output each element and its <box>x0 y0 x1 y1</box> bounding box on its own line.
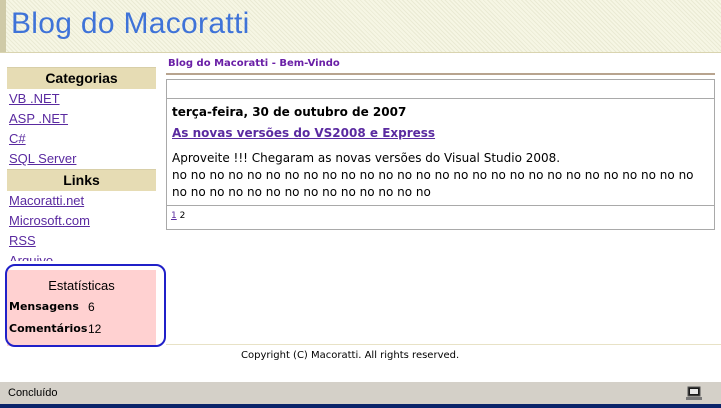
sidebar-link-arquivo[interactable]: Arquivo <box>9 253 53 261</box>
sidebar-item-macoratti: Macoratti.net <box>7 191 156 211</box>
computer-icon <box>686 386 702 400</box>
sidebar-item-arquivo: Arquivo <box>7 251 156 261</box>
sidebar-item-aspnet: ASP .NET <box>7 109 156 129</box>
post-body-line: Aproveite !!! Chegaram as novas versões … <box>172 151 561 165</box>
sidebar-item-sqlserver: SQL Server <box>7 149 156 169</box>
breadcrumb: Blog do Macoratti - Bem-Vindo <box>168 58 340 69</box>
pager-page-1[interactable]: 1 <box>171 211 177 221</box>
sidebar-item-csharp: C# <box>7 129 156 149</box>
sidebar-link-sqlserver[interactable]: SQL Server <box>9 151 76 166</box>
breadcrumb-divider <box>166 73 715 75</box>
stats-panel: Estatísticas Mensagens 6 Comentários 12 <box>7 270 156 346</box>
sidebar-link-csharp[interactable]: C# <box>9 131 26 146</box>
post-date: terça-feira, 30 de outubro de 2007 <box>172 105 407 119</box>
post-body-line: no no no no no no no no no no no no no n… <box>172 185 431 199</box>
categorias-heading: Categorias <box>7 67 156 89</box>
post-title-link[interactable]: As novas versões do VS2008 e Express <box>172 126 435 140</box>
pager-page-2[interactable]: 2 <box>180 211 186 221</box>
sidebar-link-macoratti[interactable]: Macoratti.net <box>9 193 84 208</box>
footer-divider <box>166 344 721 345</box>
sidebar-link-microsoft[interactable]: Microsoft.com <box>9 213 90 228</box>
links-heading: Links <box>7 169 156 191</box>
post-bottom-divider <box>167 205 714 206</box>
status-text: Concluído <box>8 387 58 399</box>
post-body-line: no no no no no no no no no no no no no n… <box>172 168 694 182</box>
sidebar-item-rss: RSS <box>7 231 156 251</box>
post-body: Aproveite !!! Chegaram as novas versões … <box>172 150 707 201</box>
sidebar-item-vbnet: VB .NET <box>7 89 156 109</box>
post-top-divider <box>167 98 714 99</box>
stats-mensagens-label: Mensagens <box>9 300 79 313</box>
sidebar-link-rss[interactable]: RSS <box>9 233 36 248</box>
sidebar-link-aspnet[interactable]: ASP .NET <box>9 111 68 126</box>
pager: 1 2 <box>171 211 185 221</box>
stats-comentarios-value: 12 <box>88 322 102 336</box>
blog-title: Blog do Macoratti <box>11 7 250 40</box>
sidebar: Categorias VB .NET ASP .NET C# SQL Serve… <box>7 67 156 261</box>
stats-comentarios-label: Comentários <box>9 322 88 335</box>
sidebar-link-vbnet[interactable]: VB .NET <box>9 91 60 106</box>
copyright-text: Copyright (C) Macoratti. All rights rese… <box>241 350 460 361</box>
window-bottom-edge <box>0 404 721 408</box>
header-band <box>0 0 6 52</box>
stats-mensagens-value: 6 <box>88 300 95 314</box>
sidebar-item-microsoft: Microsoft.com <box>7 211 156 231</box>
post-container: terça-feira, 30 de outubro de 2007 As no… <box>166 79 715 230</box>
blog-header: Blog do Macoratti <box>0 0 721 52</box>
stats-title: Estatísticas <box>48 278 115 293</box>
header-divider <box>0 52 721 53</box>
